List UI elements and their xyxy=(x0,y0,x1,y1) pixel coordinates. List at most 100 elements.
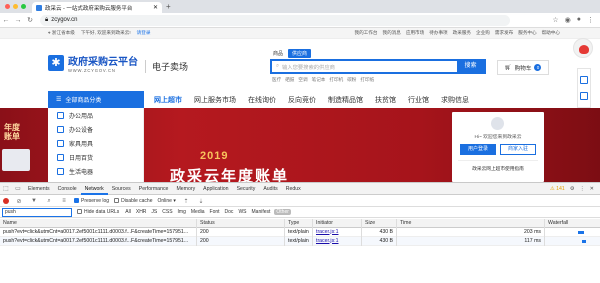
notice-link[interactable]: 政采云网上超市使用指南 xyxy=(452,166,544,172)
devtools-tab[interactable]: Console xyxy=(54,183,81,195)
column-waterfall[interactable]: Waterfall xyxy=(545,219,600,228)
top-link[interactable]: 政采服务 xyxy=(453,30,471,36)
category-item[interactable]: 家具用具 xyxy=(48,136,143,150)
scope-goods-tab[interactable]: 商品 xyxy=(270,49,286,58)
reload-icon[interactable]: ↻ xyxy=(24,16,36,24)
hot-search-link[interactable]: 打印机 xyxy=(329,77,343,83)
devtools-tab[interactable]: Security xyxy=(233,183,260,195)
filter-type-button[interactable]: Img xyxy=(177,209,187,215)
devtools-tab[interactable]: Performance xyxy=(135,183,173,195)
filter-icon[interactable]: ▼ xyxy=(29,198,39,204)
cart-button[interactable]: 🛒︎ 购物车 0 xyxy=(497,60,549,75)
table-row[interactable]: push?evt=click&utmCnt=a0017.2ef5001c1111… xyxy=(0,236,600,246)
category-item[interactable]: 办公用品 xyxy=(48,108,143,122)
warning-count[interactable]: ⚠ 141 xyxy=(550,186,565,192)
filter-type-button[interactable]: WS xyxy=(237,209,247,215)
more-icon[interactable]: ⋮ xyxy=(579,186,584,192)
filter-type-button[interactable]: Font xyxy=(209,209,221,215)
preserve-log-checkbox[interactable]: Preserve log xyxy=(74,198,109,204)
device-toggle-icon[interactable]: ▭ xyxy=(12,185,24,192)
mascot-icon[interactable] xyxy=(573,38,593,58)
top-link[interactable]: 帮助中心 xyxy=(542,30,560,36)
nav-item[interactable]: 在线询价 xyxy=(248,95,276,105)
banner-left-promo[interactable]: 年度 账单 xyxy=(0,115,48,182)
filter-type-button[interactable]: Manifest xyxy=(251,209,272,215)
devtools-tab[interactable]: Elements xyxy=(24,183,54,195)
filter-type-button[interactable]: All xyxy=(124,209,132,215)
back-icon[interactable]: ← xyxy=(0,17,12,24)
scope-supplier-tab[interactable]: 供应商 xyxy=(288,49,312,58)
devtools-tab[interactable]: Application xyxy=(199,183,232,195)
record-icon[interactable] xyxy=(3,198,9,204)
filter-input[interactable]: push xyxy=(2,207,72,217)
hot-search-link[interactable]: 笔记本 xyxy=(312,77,326,83)
filter-type-button[interactable]: CSS xyxy=(161,209,173,215)
hot-search-link[interactable]: 碳粉 xyxy=(347,77,356,83)
column-initiator[interactable]: Initiator xyxy=(313,218,362,228)
location-selector[interactable]: ⌖ 浙江省本级 xyxy=(48,30,75,36)
disable-cache-checkbox[interactable]: Disable cache xyxy=(114,198,152,204)
forward-icon[interactable]: → xyxy=(12,17,24,24)
login-link[interactable]: 请登录 xyxy=(137,30,151,36)
star-icon[interactable]: ☆ xyxy=(552,16,558,24)
hide-data-urls-checkbox[interactable]: Hide data URLs xyxy=(77,209,119,215)
filter-type-button[interactable]: Media xyxy=(190,209,206,215)
inspect-icon[interactable]: ⬚ xyxy=(0,185,12,192)
extension-icon[interactable]: ◉ xyxy=(565,16,571,24)
qr-code-icon[interactable] xyxy=(580,76,588,85)
maximize-window-icon[interactable] xyxy=(21,4,26,9)
column-name[interactable]: Name xyxy=(0,218,197,228)
top-link[interactable]: 需求发布 xyxy=(495,30,513,36)
new-tab-button[interactable]: + xyxy=(166,2,171,11)
request-name[interactable]: push?evt=click&utmCnt=a0017.2ef5001c1111… xyxy=(0,236,197,246)
devtools-tab[interactable]: Sources xyxy=(108,183,135,195)
devtools-tab[interactable]: Audits xyxy=(259,183,281,195)
filter-type-button[interactable]: Doc xyxy=(224,209,235,215)
search-input[interactable]: ⌕ 输入您要搜索的供应商 xyxy=(272,61,457,72)
top-link[interactable]: 服务中心 xyxy=(518,30,536,36)
filter-type-button[interactable]: JS xyxy=(150,209,158,215)
close-devtools-icon[interactable]: ✕ xyxy=(590,186,594,192)
close-window-icon[interactable] xyxy=(5,4,10,9)
category-item[interactable]: 生活电器 xyxy=(48,164,143,178)
nav-item[interactable]: 行业馆 xyxy=(408,95,429,105)
top-link[interactable]: 我的消息 xyxy=(382,30,400,36)
nav-item[interactable]: 扶贫馆 xyxy=(375,95,396,105)
hot-search-link[interactable]: 打印纸 xyxy=(360,77,374,83)
devtools-tab[interactable]: Memory xyxy=(172,183,199,195)
hot-search-link[interactable]: 空调 xyxy=(298,77,307,83)
column-status[interactable]: Status xyxy=(197,218,285,228)
hot-search-link[interactable]: 硒鼓 xyxy=(285,77,294,83)
search-button[interactable]: 搜索 xyxy=(457,61,484,72)
export-icon[interactable]: ⇣ xyxy=(196,198,206,205)
request-initiator[interactable]: tracer.js:1 xyxy=(313,236,362,246)
top-link[interactable]: 待办事项 xyxy=(429,30,447,36)
nav-item[interactable]: 网上服务市场 xyxy=(194,95,236,105)
devtools-tab[interactable]: Redux xyxy=(282,183,305,195)
devtools-tab[interactable]: Network xyxy=(80,183,108,195)
import-icon[interactable]: ⇡ xyxy=(181,198,191,205)
user-login-button[interactable]: 用户登录 xyxy=(460,144,496,155)
request-name[interactable]: push?evt=click&utmCnt=a0017.2ef5001c1111… xyxy=(0,227,197,237)
all-categories-button[interactable]: ☰ 全部商品分类 xyxy=(48,91,144,108)
browser-tab[interactable]: 政采云 - 一站式政府采购云服务平台 ✕ xyxy=(32,2,162,13)
view-list-icon[interactable]: ≡ xyxy=(59,198,69,204)
settings-icon[interactable]: ⚙ xyxy=(570,186,575,192)
request-initiator[interactable]: tracer.js:1 xyxy=(313,227,362,237)
top-link[interactable]: 我的工作台 xyxy=(354,30,377,36)
filter-type-button[interactable]: Other xyxy=(274,209,291,215)
profile-icon[interactable]: ● xyxy=(577,16,581,24)
top-link[interactable]: 企业购 xyxy=(476,30,490,36)
throttle-select[interactable]: Online ▾ xyxy=(157,198,175,204)
nav-item[interactable]: 网上超市 xyxy=(154,95,182,105)
hot-search-link[interactable]: 医疗 xyxy=(272,77,281,83)
top-link[interactable]: 应用市场 xyxy=(406,30,424,36)
minimize-window-icon[interactable] xyxy=(13,4,18,9)
category-item[interactable]: 办公设备 xyxy=(48,122,143,136)
menu-icon[interactable]: ⋮ xyxy=(587,16,594,24)
filter-type-button[interactable]: XHR xyxy=(135,209,148,215)
clear-icon[interactable]: ⊘ xyxy=(14,198,24,205)
column-size[interactable]: Size xyxy=(362,218,397,228)
column-time[interactable]: Time xyxy=(397,218,545,228)
nav-item[interactable]: 求购信息 xyxy=(441,95,469,105)
